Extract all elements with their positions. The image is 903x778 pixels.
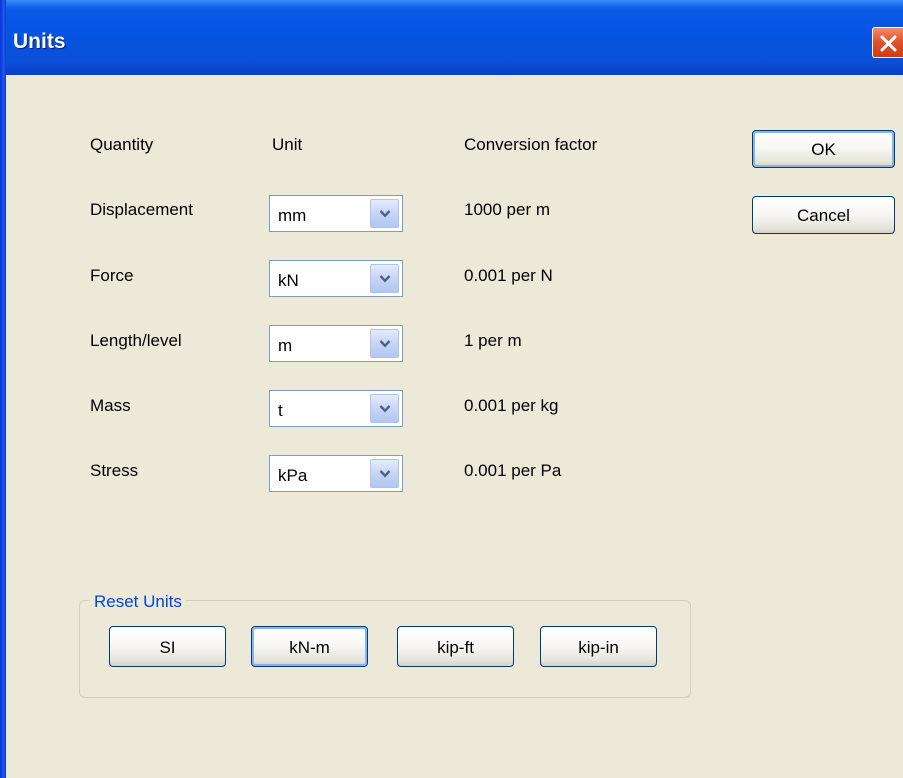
cancel-button[interactable]: Cancel bbox=[752, 196, 895, 234]
header-unit: Unit bbox=[272, 135, 303, 154]
quantity-label-stress: Stress bbox=[90, 461, 139, 480]
unit-select-value: t bbox=[278, 401, 283, 420]
dropdown-button[interactable] bbox=[370, 199, 399, 228]
chevron-down-icon bbox=[379, 275, 391, 283]
quantity-label-length-level: Length/level bbox=[90, 331, 182, 350]
close-icon bbox=[880, 35, 897, 52]
chevron-down-icon bbox=[379, 405, 391, 413]
ok-button[interactable]: OK bbox=[752, 130, 895, 168]
dropdown-button[interactable] bbox=[370, 329, 399, 358]
quantity-label-force: Force bbox=[90, 266, 134, 285]
unit-select-stress[interactable]: kPa bbox=[269, 455, 403, 492]
units-dialog: Units Quantity Unit Conversion factor Di… bbox=[0, 0, 903, 778]
title-bar[interactable]: Units bbox=[0, 0, 903, 75]
header-conversion-factor: Conversion factor bbox=[464, 135, 598, 154]
quantity-label-displacement: Displacement bbox=[90, 200, 193, 219]
conversion-factor-mass: 0.001 per kg bbox=[464, 396, 559, 415]
reset-kip-in-button[interactable]: kip-in bbox=[540, 626, 657, 667]
unit-select-value: m bbox=[278, 336, 293, 355]
unit-select-value: mm bbox=[278, 206, 307, 225]
close-button[interactable] bbox=[872, 27, 903, 58]
unit-select-displacement[interactable]: mm bbox=[269, 195, 403, 232]
reset-units-label: Reset Units bbox=[90, 592, 186, 612]
dropdown-button[interactable] bbox=[370, 264, 399, 293]
conversion-factor-stress: 0.001 per Pa bbox=[464, 461, 562, 480]
header-quantity: Quantity bbox=[90, 135, 154, 154]
dropdown-button[interactable] bbox=[370, 459, 399, 488]
reset-kn-m-button[interactable]: kN-m bbox=[251, 626, 368, 667]
unit-select-length-level[interactable]: m bbox=[269, 325, 403, 362]
quantity-label-mass: Mass bbox=[90, 396, 131, 415]
unit-select-value: kN bbox=[278, 271, 299, 290]
dropdown-button[interactable] bbox=[370, 394, 399, 423]
window-title: Units bbox=[13, 30, 66, 53]
unit-select-mass[interactable]: t bbox=[269, 390, 403, 427]
conversion-factor-force: 0.001 per N bbox=[464, 266, 553, 285]
reset-si-button[interactable]: SI bbox=[109, 626, 226, 667]
conversion-factor-length-level: 1 per m bbox=[464, 331, 522, 350]
unit-select-value: kPa bbox=[278, 466, 308, 485]
reset-kip-ft-button[interactable]: kip-ft bbox=[397, 626, 514, 667]
conversion-factor-displacement: 1000 per m bbox=[464, 200, 550, 219]
chevron-down-icon bbox=[379, 210, 391, 218]
chevron-down-icon bbox=[379, 470, 391, 478]
window-left-border bbox=[0, 0, 6, 778]
unit-select-force[interactable]: kN bbox=[269, 260, 403, 297]
chevron-down-icon bbox=[379, 340, 391, 348]
